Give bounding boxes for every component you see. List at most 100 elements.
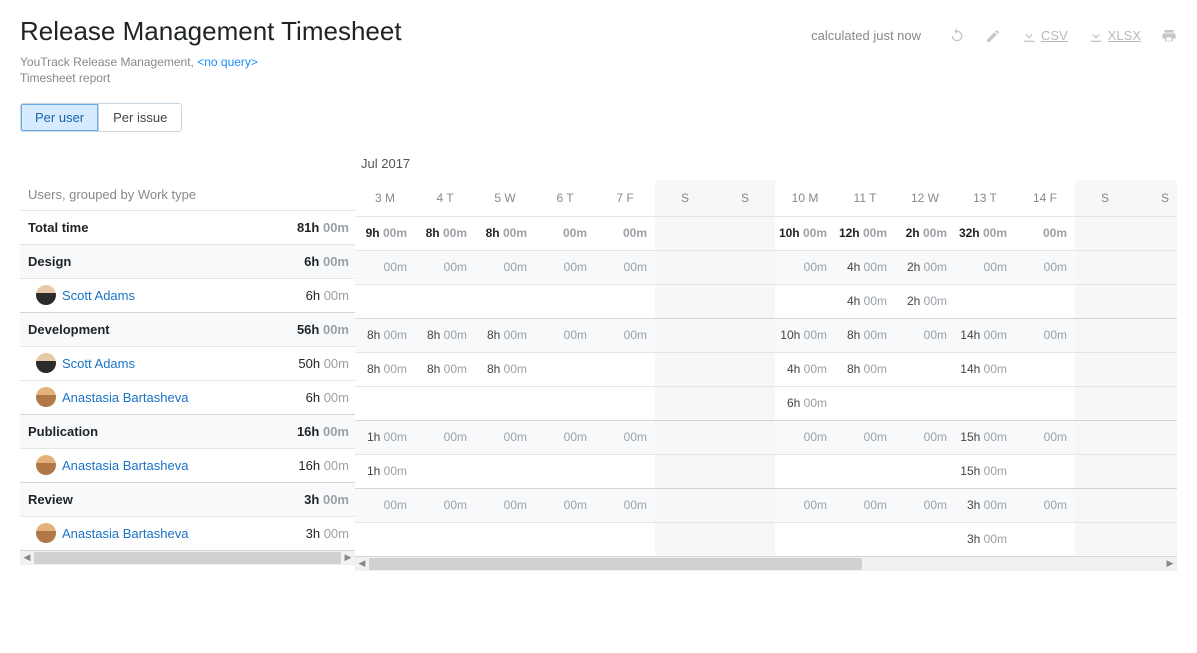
tab-per-issue[interactable]: Per issue xyxy=(99,104,181,131)
user-link[interactable]: Anastasia Bartasheva xyxy=(62,458,188,473)
time-cell xyxy=(775,284,835,318)
time-cell: 00m xyxy=(355,488,415,522)
download-csv-button[interactable]: CSV xyxy=(1021,28,1068,44)
time-cell xyxy=(715,318,775,352)
time-cell: 00m xyxy=(835,488,895,522)
refresh-icon xyxy=(949,28,965,44)
column-header: 13 T xyxy=(955,180,1015,216)
time-cell: 8h 00m xyxy=(475,352,535,386)
time-cell: 00m xyxy=(1015,420,1075,454)
time-cell: 00m xyxy=(595,250,655,284)
view-tabs: Per user Per issue xyxy=(20,103,182,132)
time-cell: 00m xyxy=(595,420,655,454)
time-cell: 00m xyxy=(475,488,535,522)
period-label: Jul 2017 xyxy=(361,156,1177,174)
scroll-right-arrow-icon[interactable]: ▶ xyxy=(1163,557,1177,571)
calc-status: calculated just now xyxy=(811,28,921,43)
time-cell: 00m xyxy=(1015,216,1075,250)
time-cell xyxy=(1075,454,1135,488)
time-cell xyxy=(955,284,1015,318)
time-cell: 8h 00m xyxy=(415,216,475,250)
time-cell: 8h 00m xyxy=(415,318,475,352)
group-label: Design xyxy=(28,254,71,269)
column-header: 4 T xyxy=(415,180,475,216)
column-header: 7 F xyxy=(595,180,655,216)
time-cell xyxy=(1135,386,1177,420)
row-total: 3h 00m xyxy=(304,492,349,507)
time-cell: 14h 00m xyxy=(955,352,1015,386)
query-link[interactable]: <no query> xyxy=(197,55,258,69)
time-cell xyxy=(535,352,595,386)
time-cell: 00m xyxy=(595,318,655,352)
column-header: 3 M xyxy=(355,180,415,216)
print-button[interactable] xyxy=(1161,28,1177,44)
column-header: 6 T xyxy=(535,180,595,216)
group-label: Development xyxy=(28,322,110,337)
time-cell xyxy=(715,386,775,420)
column-header: 5 W xyxy=(475,180,535,216)
time-cell xyxy=(715,488,775,522)
left-scrollbar[interactable]: ◀ ▶ xyxy=(20,551,355,565)
report-context: YouTrack Release Management, <no query> xyxy=(20,55,1177,69)
time-cell: 8h 00m xyxy=(835,318,895,352)
time-cell xyxy=(895,522,955,556)
group-label: Publication xyxy=(28,424,98,439)
time-cell: 00m xyxy=(895,488,955,522)
time-cell xyxy=(715,352,775,386)
scroll-left-arrow-icon[interactable]: ◀ xyxy=(20,551,34,565)
time-cell: 3h 00m xyxy=(955,522,1015,556)
time-cell: 8h 00m xyxy=(355,352,415,386)
time-cell xyxy=(715,454,775,488)
time-cell xyxy=(955,386,1015,420)
time-cell: 8h 00m xyxy=(415,352,475,386)
time-cell xyxy=(1075,488,1135,522)
time-cell: 00m xyxy=(415,420,475,454)
user-link[interactable]: Anastasia Bartasheva xyxy=(62,526,188,541)
time-cell xyxy=(475,522,535,556)
avatar xyxy=(36,285,56,305)
right-scrollbar[interactable]: ◀ ▶ xyxy=(355,557,1177,571)
time-cell xyxy=(535,284,595,318)
time-cell xyxy=(835,522,895,556)
time-cell: 00m xyxy=(1015,488,1075,522)
time-cell xyxy=(1015,284,1075,318)
time-cell: 00m xyxy=(535,488,595,522)
time-cell xyxy=(655,250,715,284)
scroll-right-arrow-icon[interactable]: ▶ xyxy=(341,551,355,565)
time-cell xyxy=(1075,352,1135,386)
refresh-button[interactable] xyxy=(949,28,965,44)
row-total: 81h 00m xyxy=(297,220,349,235)
time-cell xyxy=(535,522,595,556)
time-cell xyxy=(1135,454,1177,488)
time-cell xyxy=(835,454,895,488)
time-cell xyxy=(1075,420,1135,454)
time-cell: 00m xyxy=(955,250,1015,284)
time-cell xyxy=(715,522,775,556)
time-cell: 6h 00m xyxy=(775,386,835,420)
row-total: 56h 00m xyxy=(297,322,349,337)
time-cell: 00m xyxy=(775,250,835,284)
time-cell xyxy=(1015,386,1075,420)
time-cell: 10h 00m xyxy=(775,318,835,352)
time-cell xyxy=(835,386,895,420)
tab-per-user[interactable]: Per user xyxy=(21,104,99,131)
time-cell: 2h 00m xyxy=(895,284,955,318)
time-cell xyxy=(895,454,955,488)
scroll-left-arrow-icon[interactable]: ◀ xyxy=(355,557,369,571)
user-link[interactable]: Scott Adams xyxy=(62,288,135,303)
time-cell xyxy=(1075,250,1135,284)
row-total: 6h 00m xyxy=(304,254,349,269)
time-cell xyxy=(1075,522,1135,556)
row-total: 16h 00m xyxy=(297,424,349,439)
time-cell: 9h 00m xyxy=(355,216,415,250)
time-cell xyxy=(655,216,715,250)
time-cell xyxy=(595,284,655,318)
edit-button[interactable] xyxy=(985,28,1001,44)
time-cell xyxy=(1015,352,1075,386)
time-cell: 8h 00m xyxy=(475,318,535,352)
column-header: S xyxy=(655,180,715,216)
download-xlsx-button[interactable]: XLSX xyxy=(1088,28,1141,44)
user-link[interactable]: Anastasia Bartasheva xyxy=(62,390,188,405)
user-link[interactable]: Scott Adams xyxy=(62,356,135,371)
pencil-icon xyxy=(985,28,1001,44)
